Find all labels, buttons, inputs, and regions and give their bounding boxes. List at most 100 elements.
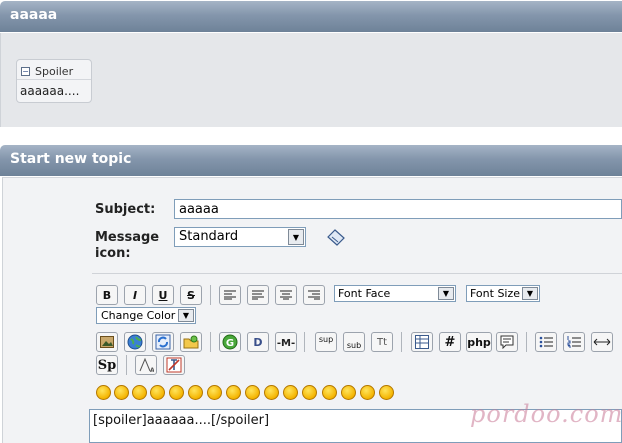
php-button[interactable]: php [466,332,492,352]
globe-icon [127,334,143,350]
align-center-button[interactable] [275,285,297,305]
preview-title: aaaaa [10,7,58,23]
message-icon-value: Standard [179,229,239,244]
google-button[interactable]: G [219,332,241,352]
smiley-icon[interactable] [207,385,222,400]
smiley-icon[interactable] [226,385,241,400]
image-button[interactable] [96,332,118,352]
align-left-alt-icon [252,290,264,300]
smiley-icon[interactable] [132,385,147,400]
subject-label: Subject: [95,202,156,217]
align-left-icon [224,290,236,300]
align-left-2-button[interactable] [247,285,269,305]
numbered-list-icon [567,336,581,348]
smiley-icon[interactable] [360,385,375,400]
watermark: pordoo.com [470,400,622,428]
align-left-button[interactable] [219,285,241,305]
toolbar-separator [526,332,527,352]
chevron-down-icon[interactable]: ▼ [438,287,454,300]
underline-button[interactable]: U [152,285,174,305]
smiley-icon[interactable] [341,385,356,400]
smiley-icon[interactable] [302,385,317,400]
italic-button[interactable]: I [124,285,146,305]
chevron-down-icon[interactable]: ▼ [522,287,538,300]
image-icon [100,336,114,348]
d-icon: D [253,336,262,349]
attach-button[interactable] [180,332,202,352]
d-button[interactable]: D [247,332,269,352]
folder-icon [183,335,199,349]
new-topic-header: Start new topic [0,145,622,176]
font-size-value: Font Size [470,287,521,300]
align-center-icon [280,290,292,300]
align-right-button[interactable] [303,285,325,305]
superscript-button[interactable]: sup [315,332,337,352]
toolbar-separator [210,285,211,305]
numbered-list-button[interactable] [563,332,585,352]
bold-button[interactable]: B [96,285,118,305]
preview-header: aaaaa [0,1,622,32]
double-arrow-icon [593,338,611,346]
font-face-value: Font Face [338,287,391,300]
smiley-icon[interactable] [264,385,279,400]
font-size-select[interactable]: Font Size ▼ [466,285,540,302]
teletype-button[interactable]: Tt [371,332,393,352]
svg-text:A: A [150,367,154,373]
refresh-icon [155,334,171,350]
spoiler-toggle[interactable]: − Spoiler [17,60,91,80]
svg-text:-M-: -M- [277,338,295,349]
smiley-icon[interactable] [283,385,298,400]
m-icon: -M- [277,338,295,349]
toolbar-separator [304,332,305,352]
bullet-list-button[interactable] [535,332,557,352]
link-button[interactable] [124,332,146,352]
spoiler-content: aaaaaa.... [20,84,80,98]
font-face-select[interactable]: Font Face ▼ [334,285,456,302]
toolbar-separator [126,355,127,375]
flash-button[interactable] [152,332,174,352]
smiley-icon[interactable] [96,385,111,400]
remove-format-icon [166,357,182,373]
quote-icon [500,335,514,349]
table-icon [415,335,429,349]
message-icon-preview-icon [327,229,345,246]
code-button[interactable]: # [439,332,461,352]
change-color-value: Change Color [101,309,176,322]
smiley-icon[interactable] [379,385,394,400]
horizontal-rule-button[interactable] [591,332,613,352]
chevron-down-icon[interactable]: ▼ [288,229,304,245]
remove-format-button[interactable] [163,355,185,375]
subscript-button[interactable]: sub [343,332,365,352]
smiley-icon[interactable] [322,385,337,400]
smiley-icon[interactable] [150,385,165,400]
smiley-icon[interactable] [245,385,260,400]
message-icon-label: Message icon: [95,230,160,261]
preview-panel [0,33,622,127]
font-size-adjust-button[interactable]: A [135,355,157,375]
hr-m-button[interactable]: -M- [275,332,297,352]
message-icon-select[interactable]: Standard ▼ [174,227,306,247]
svg-text:G: G [226,338,234,349]
spoiler-box: − Spoiler aaaaaa.... [16,59,92,103]
divider [92,273,622,274]
smiley-icon[interactable] [169,385,184,400]
smiley-icon[interactable] [114,385,129,400]
quote-button[interactable] [496,332,518,352]
table-button[interactable] [411,332,433,352]
spoiler-button[interactable]: Sp [96,355,118,375]
new-topic-title: Start new topic [10,151,132,167]
bullet-list-icon [539,336,553,348]
collapse-icon[interactable]: − [21,66,30,76]
svg-text:D: D [253,336,262,349]
smiley-icon[interactable] [188,385,203,400]
strikethrough-button[interactable]: S [180,285,202,305]
subject-input[interactable] [174,199,622,219]
spoiler-label: Spoiler [35,64,74,78]
toolbar-separator [210,332,211,352]
g-icon: G [222,334,238,350]
toolbar-separator [401,332,402,352]
change-color-select[interactable]: Change Color ▼ [96,307,196,324]
chevron-down-icon[interactable]: ▼ [178,309,194,322]
text-size-icon: A [139,357,154,373]
align-right-icon [308,290,320,300]
